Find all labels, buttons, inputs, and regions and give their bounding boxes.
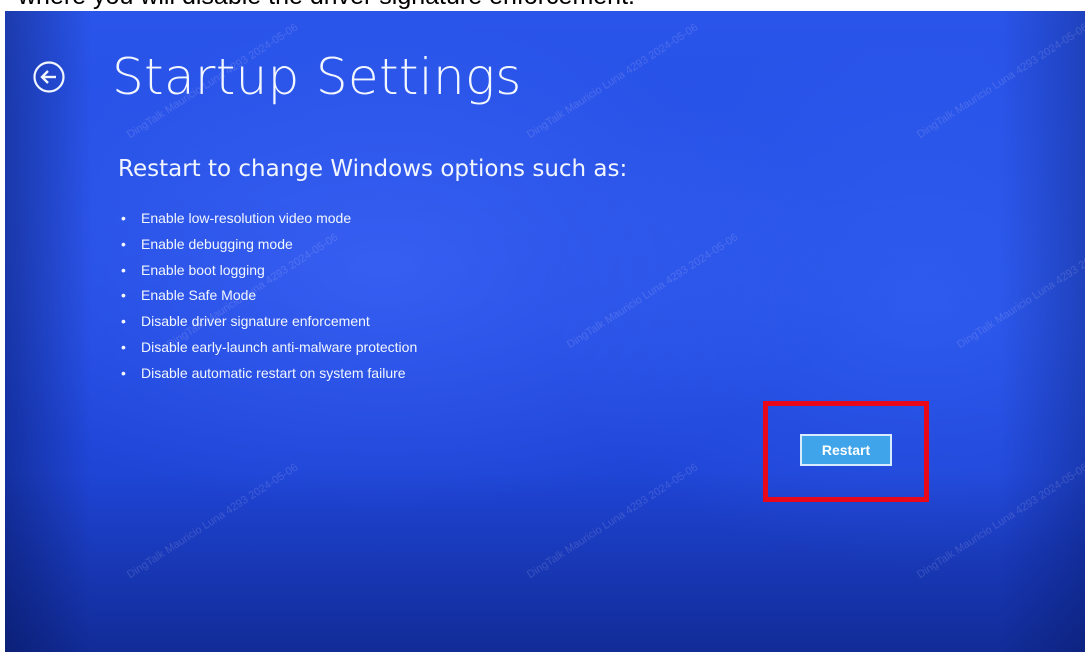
bullet: •	[121, 261, 126, 278]
option-label: Enable boot logging	[141, 261, 265, 278]
option-label: Disable driver signature enforcement	[141, 313, 370, 330]
caption-text: where you will disable the driver signat…	[18, 0, 635, 11]
tutorial-image: where you will disable the driver signat…	[0, 0, 1085, 652]
watermark-text: DingTalk Mauricio Luna 4293 2024-05-06	[525, 461, 701, 582]
option-item: • Disable driver signature enforcement	[119, 309, 417, 335]
restart-button[interactable]: Restart	[800, 434, 892, 466]
bullet: •	[121, 235, 126, 252]
options-list: • Enable low-resolution video mode • Enabl…	[119, 206, 417, 387]
back-arrow-circle-icon	[33, 61, 65, 93]
option-item: • Enable low-resolution video mode	[119, 206, 417, 232]
bullet: •	[121, 210, 126, 226]
option-item: • Enable boot logging	[119, 258, 417, 284]
option-item: • Disable early-launch anti-malware prote…	[119, 335, 417, 361]
watermark-text: DingTalk Mauricio Luna 4293 2024-05-06	[125, 461, 301, 582]
option-label: Enable Safe Mode	[141, 287, 257, 304]
option-item: • Disable automatic restart on system fai…	[119, 361, 417, 387]
bullet: •	[121, 338, 126, 355]
bullet: •	[121, 287, 126, 304]
option-label: Disable automatic restart on system fail…	[141, 364, 406, 381]
option-item: • Enable debugging mode	[119, 232, 417, 258]
option-label: Enable low-resolution video mode	[141, 210, 352, 226]
bullet: •	[121, 364, 126, 381]
watermark-text: DingTalk Mauricio Luna 4293 2024-05-06	[915, 21, 1085, 142]
option-item: • Enable Safe Mode	[119, 283, 417, 309]
bullet: •	[121, 313, 126, 330]
page-title: Startup Settings	[112, 48, 522, 106]
watermark-text: DingTalk Mauricio Luna 4293 2024-05-06	[915, 461, 1085, 582]
option-label: Disable early-launch anti-malware protec…	[141, 338, 418, 355]
watermark-text: DingTalk Mauricio Luna 4293 2024-05-06	[955, 231, 1085, 352]
page-subtitle: Restart to change Windows options such a…	[118, 156, 628, 182]
watermark-text: DingTalk Mauricio Luna 4293 2024-05-06	[525, 21, 701, 142]
watermark-text: DingTalk Mauricio Luna 4293 2024-05-06	[565, 231, 741, 352]
startup-settings-screen: DingTalk Mauricio Luna 4293 2024-05-06 Di…	[5, 11, 1085, 652]
option-label: Enable debugging mode	[141, 235, 293, 252]
back-button[interactable]	[32, 60, 66, 94]
